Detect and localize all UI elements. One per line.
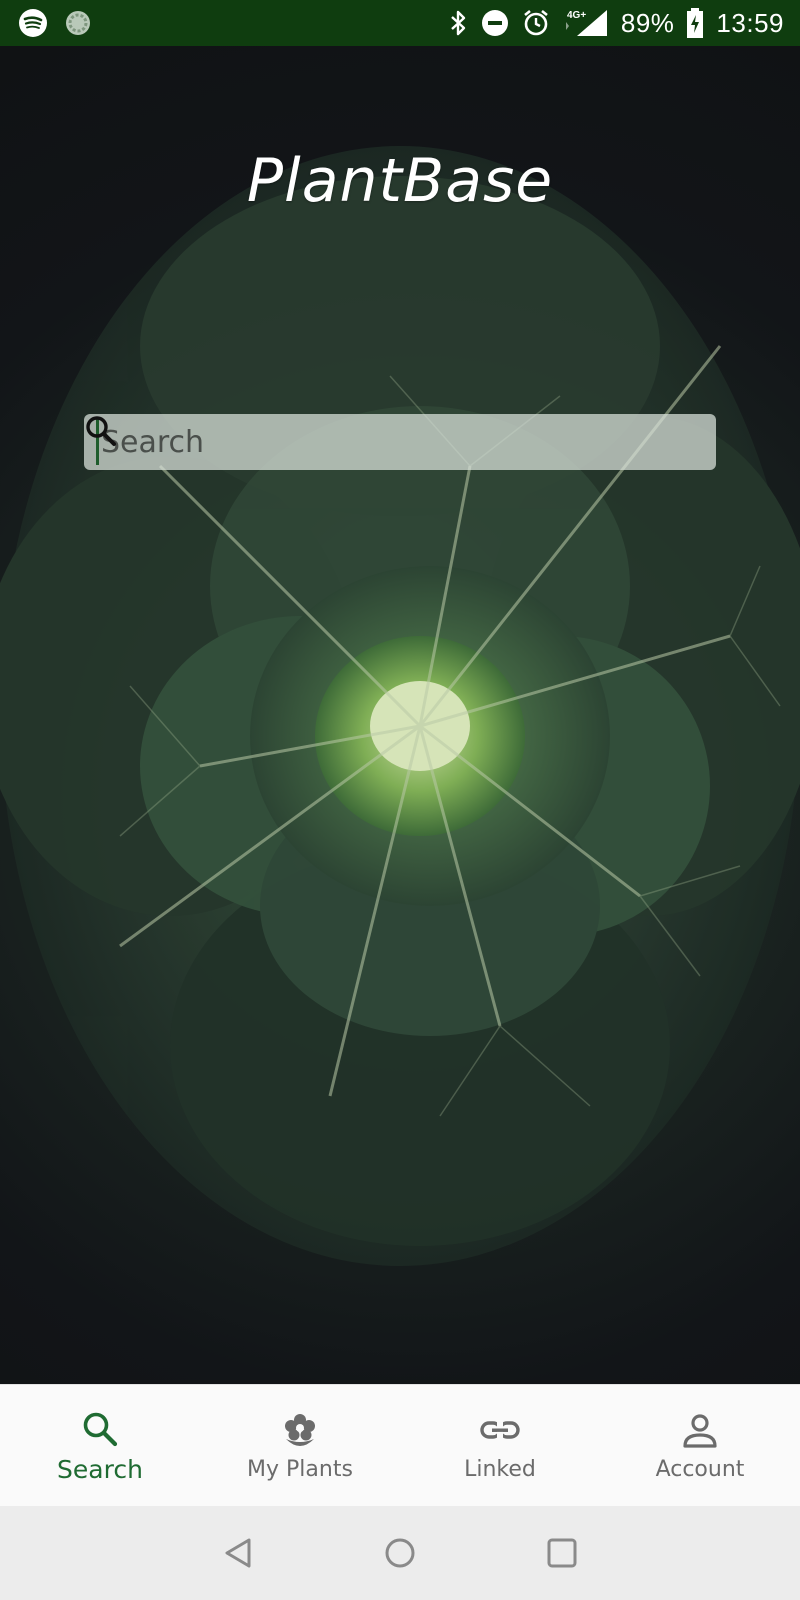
hero-background: PlantBase — [0, 46, 800, 1384]
do-not-disturb-icon — [481, 9, 509, 37]
nav-label-my-plants: My Plants — [247, 1456, 353, 1482]
nav-label-linked: Linked — [464, 1456, 536, 1482]
status-bar: 4G+ 89% 13:59 — [0, 0, 800, 46]
search-bar[interactable] — [84, 414, 716, 470]
nav-item-account[interactable]: Account — [600, 1385, 800, 1507]
link-icon — [479, 1411, 521, 1451]
person-icon — [680, 1411, 720, 1451]
bluetooth-icon — [447, 9, 469, 37]
spotify-icon — [18, 8, 48, 38]
nav-label-account: Account — [655, 1456, 745, 1482]
cabbage-illustration — [0, 146, 800, 1266]
nav-item-my-plants[interactable]: My Plants — [200, 1385, 400, 1507]
back-button[interactable] — [216, 1531, 260, 1575]
battery-percent: 89% — [620, 7, 675, 38]
recents-button[interactable] — [540, 1531, 584, 1575]
app-title: PlantBase — [246, 146, 554, 216]
home-icon — [385, 1538, 415, 1568]
status-bar-right: 4G+ 89% 13:59 — [447, 0, 784, 46]
search-submit-button[interactable] — [86, 416, 704, 464]
alarm-icon — [521, 8, 551, 38]
search-icon — [80, 1409, 120, 1449]
svg-text:4G+: 4G+ — [567, 10, 586, 21]
battery-charging-icon — [686, 8, 704, 38]
search-icon — [86, 416, 116, 446]
bottom-navigation: Search My Plants Linked Account — [0, 1384, 800, 1507]
loading-icon — [64, 9, 92, 37]
flower-icon — [280, 1411, 320, 1451]
home-button[interactable] — [378, 1531, 422, 1575]
nav-item-linked[interactable]: Linked — [400, 1385, 600, 1507]
signal-icon: 4G+ — [563, 8, 609, 38]
recents-icon — [547, 1538, 577, 1568]
back-icon — [225, 1538, 251, 1568]
search-input[interactable] — [96, 419, 660, 465]
nav-label-search: Search — [57, 1454, 143, 1484]
app-screen: 4G+ 89% 13:59 PlantBase Search Search My… — [0, 0, 800, 1600]
system-navigation-bar — [0, 1506, 800, 1600]
nav-item-search[interactable]: Search — [0, 1385, 200, 1507]
clock: 13:59 — [716, 7, 784, 38]
status-bar-left — [18, 0, 92, 46]
